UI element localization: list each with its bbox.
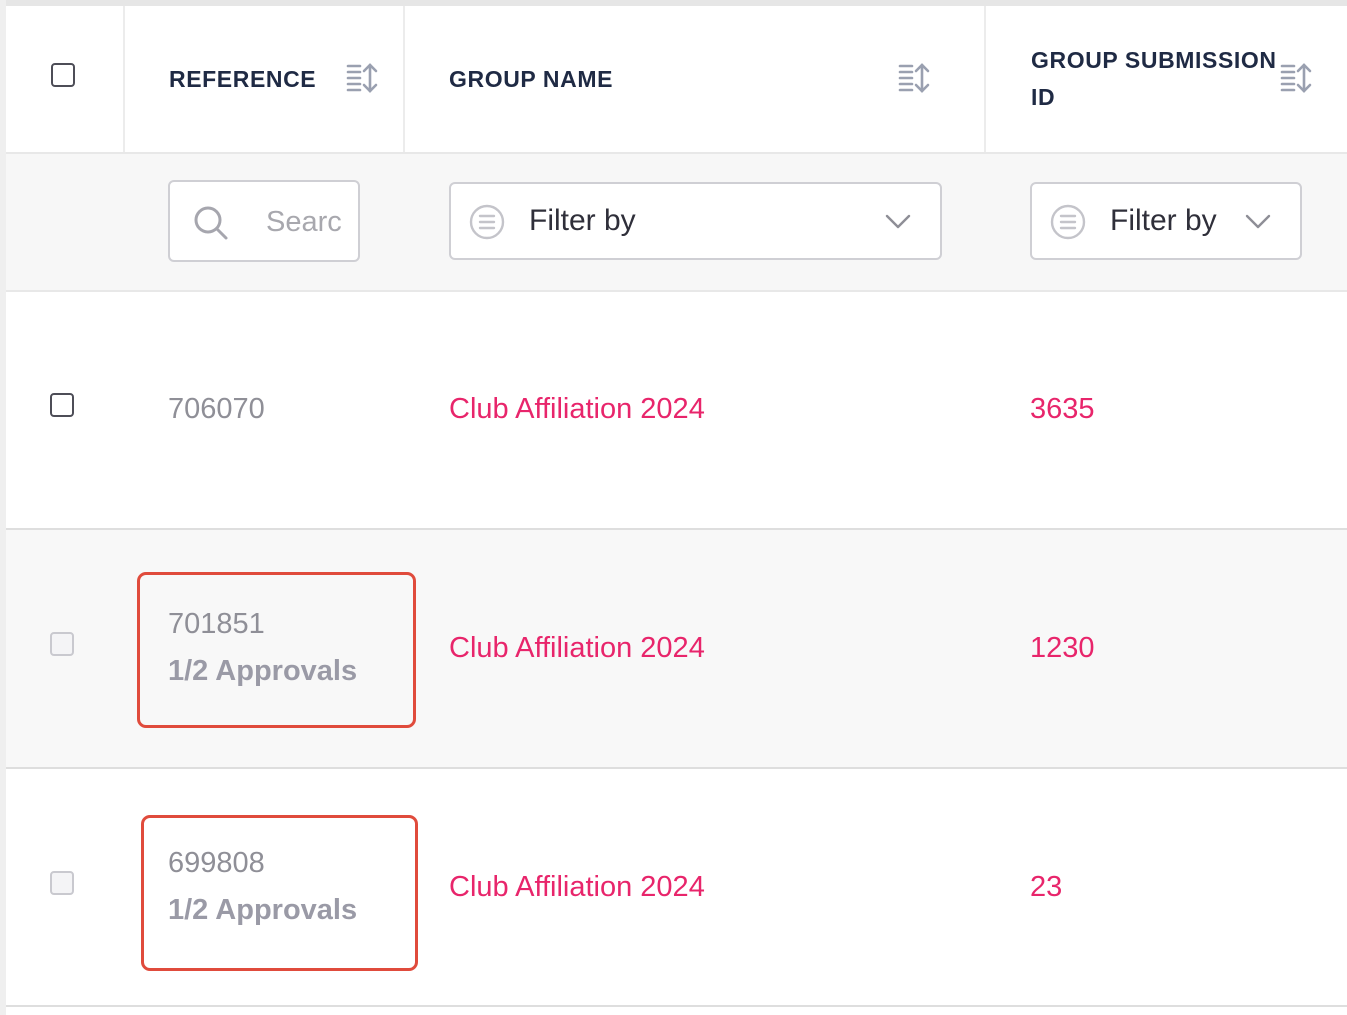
group-submission-id-link[interactable]: 3635 [1030,391,1095,427]
approvals-count: 1/2 Approvals [168,655,358,687]
column-divider [403,6,405,152]
row-checkbox[interactable] [50,393,74,417]
reference-value: 699808 [168,847,265,879]
row-checkbox[interactable] [50,632,74,656]
table-row: 701851 1/2 Approvals Club Affiliation 20… [6,530,1347,769]
approvals-highlight [137,572,416,728]
reference-search-box[interactable] [168,180,360,262]
group-name-link[interactable]: Club Affiliation 2024 [449,391,705,427]
group-submission-filter-dropdown[interactable]: Filter by [1030,182,1302,260]
search-icon [194,206,228,240]
column-divider [123,6,125,152]
table-header: REFERENCE GROUP NAME GROUP SUBMISSION ID [6,6,1347,154]
row-checkbox[interactable] [50,871,74,895]
column-header-reference[interactable]: REFERENCE [169,61,316,98]
sort-icon[interactable] [898,61,932,95]
reference-value: 701851 [168,608,265,640]
filter-icon [469,204,505,240]
group-submission-id-link[interactable]: 1230 [1030,630,1095,666]
group-name-link[interactable]: Club Affiliation 2024 [449,869,705,905]
group-name-link[interactable]: Club Affiliation 2024 [449,630,705,666]
sort-icon[interactable] [1280,61,1314,95]
filter-row: Filter by Filter by [6,154,1347,292]
group-name-filter-dropdown[interactable]: Filter by [449,182,942,260]
sort-icon[interactable] [346,61,380,95]
reference-value: 706070 [168,393,265,425]
select-all-checkbox[interactable] [51,63,75,87]
chevron-down-icon [885,214,911,229]
column-divider [984,6,986,152]
approvals-count: 1/2 Approvals [168,894,358,926]
filter-label: Filter by [529,204,636,237]
column-header-group-submission-id[interactable]: GROUP SUBMISSION [1031,42,1277,79]
table-row: 699808 1/2 Approvals Club Affiliation 20… [6,769,1347,1007]
filter-label: Filter by [1110,204,1217,237]
column-header-group-submission-id-line2[interactable]: ID [1031,79,1055,116]
reference-search-input[interactable] [266,204,342,240]
table-row: 706070 Club Affiliation 2024 3635 [6,292,1347,530]
group-submission-id-link[interactable]: 23 [1030,869,1062,905]
column-header-group-name[interactable]: GROUP NAME [449,61,613,98]
chevron-down-icon [1245,214,1271,229]
filter-icon [1050,204,1086,240]
